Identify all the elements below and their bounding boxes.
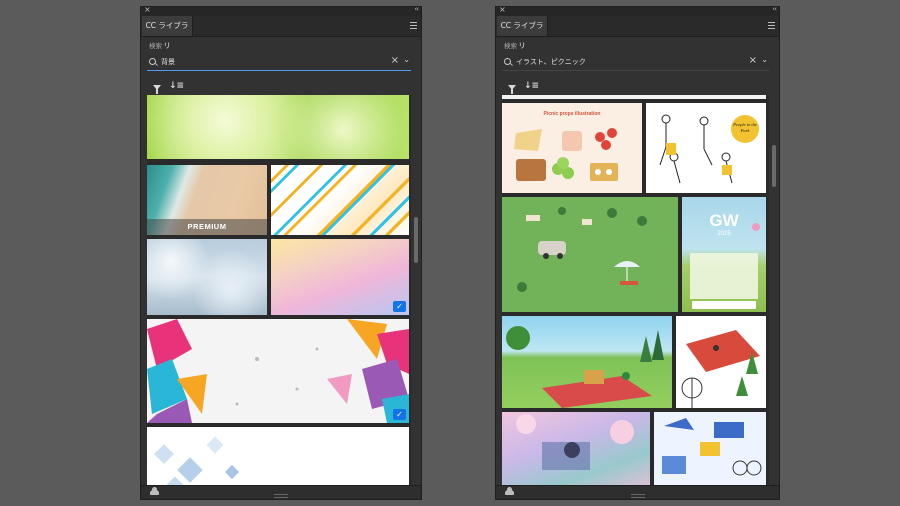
sort-icon[interactable]: ↓≡: [524, 81, 539, 91]
scrollbar[interactable]: [772, 145, 776, 187]
result-tile[interactable]: GW 2025: [682, 197, 766, 312]
close-icon[interactable]: ×: [144, 5, 151, 14]
tab-cc-libraries[interactable]: CC ライブラリ: [142, 16, 193, 50]
result-tile[interactable]: People in the Park: [646, 103, 766, 193]
panel-menu-icon[interactable]: [768, 20, 775, 31]
spring-town-art: [662, 418, 762, 476]
cloud-icon[interactable]: [505, 487, 514, 495]
check-badge: ✓: [393, 409, 406, 420]
cc-libraries-panel-right: × ‹‹ CC ライブラリ 検索 イラスト、ピクニック × ⌄ ↓≡ Picni…: [495, 5, 780, 500]
tile-title: Picnic props illustration: [543, 111, 601, 117]
tile-title: GW: [709, 211, 739, 230]
search-input[interactable]: 背景 × ⌄: [147, 54, 411, 71]
result-tile[interactable]: [502, 412, 650, 485]
result-tile[interactable]: [147, 427, 409, 485]
panel-bottom-bar: [141, 485, 421, 499]
search-value[interactable]: 背景: [161, 57, 175, 67]
check-badge: ✓: [393, 301, 406, 312]
premium-label: PREMIUM: [147, 219, 267, 235]
result-tile[interactable]: [147, 239, 267, 315]
winter-picnic-art: [681, 330, 760, 408]
tab-row: CC ライブラリ: [496, 16, 779, 50]
filter-icon[interactable]: [508, 85, 516, 94]
cloud-icon[interactable]: [150, 487, 159, 495]
clear-icon[interactable]: ×: [391, 55, 399, 66]
resize-grip[interactable]: [274, 494, 288, 498]
tab-row: CC ライブラリ: [141, 16, 421, 50]
stock-results-grid: Picnic props illustration People in the …: [502, 95, 769, 485]
panel-top-bar: × ‹‹: [496, 5, 779, 16]
sort-icon[interactable]: ↓≡: [169, 81, 184, 91]
tab-cc-libraries[interactable]: CC ライブラリ: [497, 16, 548, 50]
landscape-picnic-art: [506, 326, 664, 408]
result-tile[interactable]: [502, 316, 672, 408]
park-scene-art: [517, 207, 647, 292]
panel-menu-icon[interactable]: [410, 20, 417, 31]
diamond-pattern: [154, 436, 240, 485]
panel-bottom-bar: [496, 485, 779, 499]
close-icon[interactable]: ×: [499, 5, 506, 14]
search-icon: [149, 58, 156, 65]
scrollbar[interactable]: [414, 217, 418, 263]
search-input[interactable]: イラスト、ピクニック × ⌄: [502, 54, 769, 71]
tile-year: 2025: [717, 231, 731, 237]
resize-grip[interactable]: [630, 494, 645, 498]
stock-results-grid: PREMIUM ✓ ✓: [147, 95, 411, 485]
search-value[interactable]: イラスト、ピクニック: [516, 57, 586, 67]
search-label: 検索: [504, 42, 517, 50]
panel-top-bar: × ‹‹: [141, 5, 421, 16]
filter-icon[interactable]: [153, 85, 161, 94]
clear-icon[interactable]: ×: [749, 55, 757, 66]
cc-libraries-panel-left: × ‹‹ CC ライブラリ 検索 背景 × ⌄ ↓≡ PREMIUM ✓ ✓: [140, 5, 422, 500]
chevron-down-icon[interactable]: ⌄: [761, 55, 768, 64]
collapse-icon[interactable]: ‹‹: [414, 5, 419, 13]
lowpoly-art: [147, 319, 409, 423]
sakura-art: [516, 414, 634, 470]
search-icon: [504, 58, 511, 65]
result-tile[interactable]: ✓: [147, 319, 409, 423]
result-tile[interactable]: [654, 412, 766, 485]
result-tile[interactable]: [502, 197, 678, 312]
chevron-down-icon[interactable]: ⌄: [403, 55, 410, 64]
result-tile[interactable]: PREMIUM: [147, 165, 267, 235]
result-tile[interactable]: [676, 316, 766, 408]
result-tile[interactable]: Picnic props illustration: [502, 103, 642, 193]
collapse-icon[interactable]: ‹‹: [772, 5, 777, 13]
tile-title: People in the Park: [731, 115, 759, 143]
result-tile-partial[interactable]: [502, 95, 766, 99]
result-tile[interactable]: [271, 165, 409, 235]
result-tile[interactable]: ✓: [271, 239, 409, 315]
result-tile[interactable]: [147, 95, 409, 159]
search-label: 検索: [149, 42, 162, 50]
